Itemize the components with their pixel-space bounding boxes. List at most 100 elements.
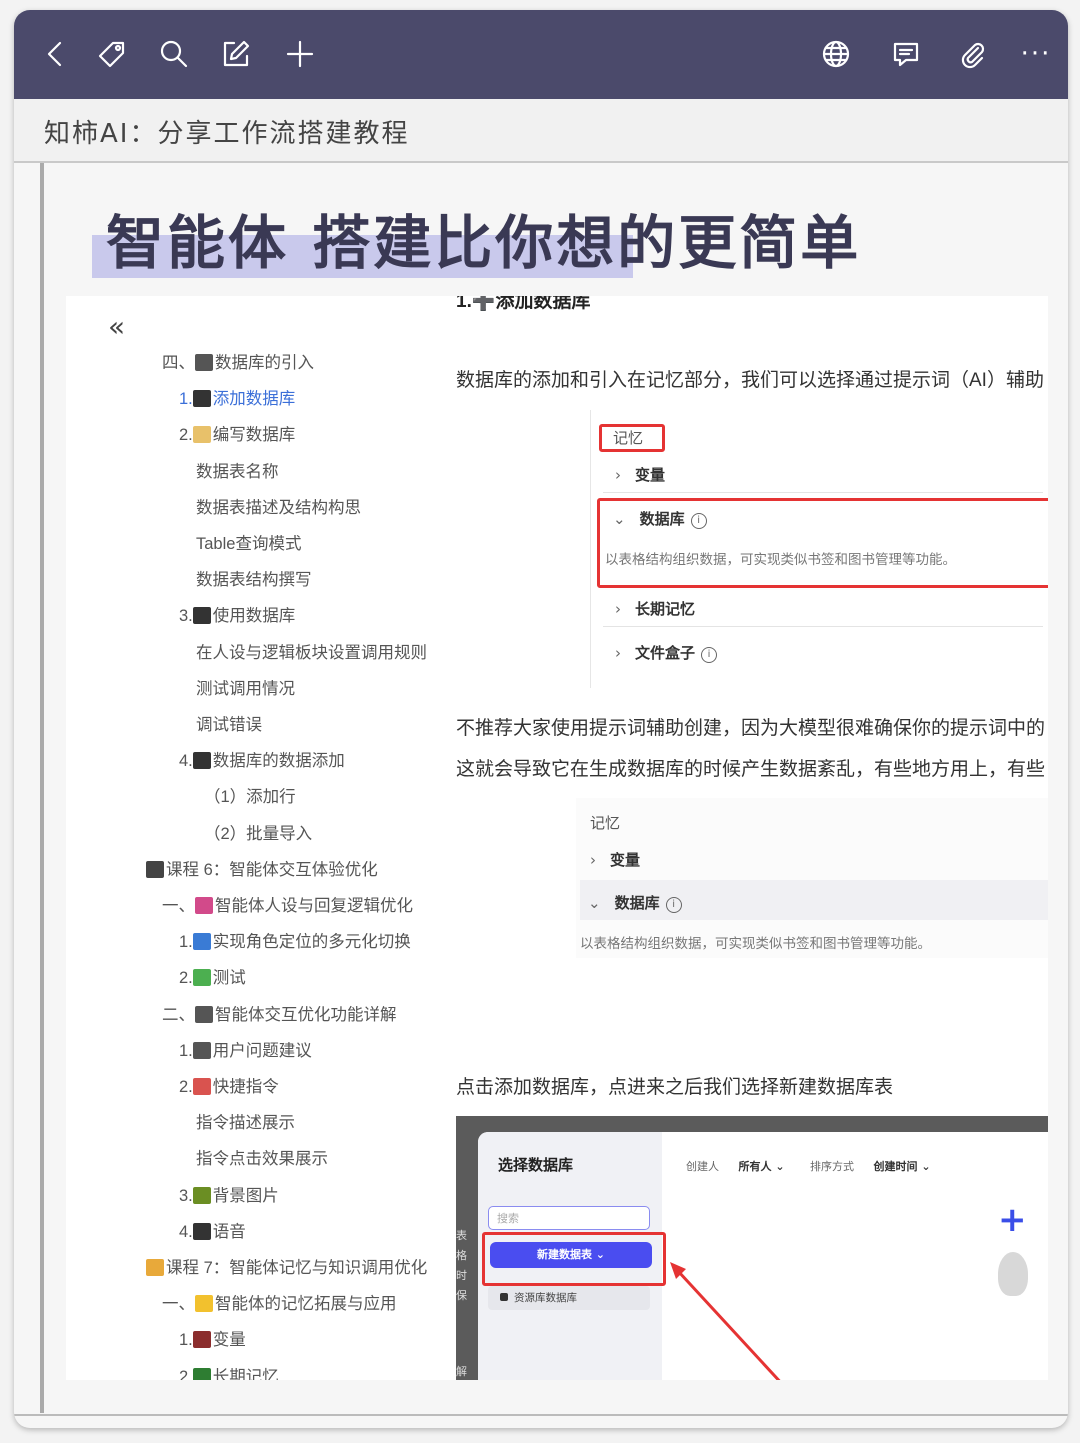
toc-item[interactable]: （2）批量导入 bbox=[204, 820, 312, 844]
toc-emoji-icon bbox=[195, 354, 213, 371]
toc-emoji-icon bbox=[192, 752, 211, 770]
toc-item[interactable]: 3. 使用数据库 bbox=[179, 602, 295, 626]
page-headline: 智能体 搭建比你想的更简单 bbox=[106, 209, 862, 277]
memory-row-label: 文件盒子 bbox=[635, 644, 696, 662]
memory-row-variable[interactable]: › 变量 bbox=[590, 849, 640, 870]
filter-creator[interactable]: 创建人 bbox=[686, 1160, 719, 1173]
toc-item[interactable]: 四、 数据库的引入 bbox=[162, 349, 314, 373]
side-text: 解 bbox=[456, 1365, 467, 1378]
toc-item-label: 课程 7：智能体记忆与知识调用优化 bbox=[166, 1259, 428, 1277]
memory-row-long-term[interactable]: › 长期记忆 bbox=[615, 598, 695, 619]
toc-item[interactable]: 在人设与逻辑板块设置调用规则 bbox=[196, 639, 427, 663]
toc-emoji-icon bbox=[192, 607, 211, 625]
toc-item[interactable]: 4. 数据库的数据添加 bbox=[179, 747, 345, 771]
toc-item[interactable]: （1）添加行 bbox=[204, 783, 296, 807]
filter-created-time[interactable]: 创建时间 ⌄ bbox=[874, 1160, 931, 1173]
toc-item[interactable]: 数据表名称 bbox=[196, 458, 279, 482]
toc-item-number: 2. bbox=[179, 426, 193, 445]
toc-item-label: 快捷指令 bbox=[212, 1078, 279, 1096]
toc-item-label: 长期记忆 bbox=[212, 1367, 279, 1380]
document-title: 知柿AI：分享工作流搭建教程 bbox=[44, 119, 410, 149]
toc-item-label: Table查询模式 bbox=[196, 535, 302, 553]
toc-item-number: 1. bbox=[179, 1331, 193, 1350]
more-icon[interactable]: ··· bbox=[1014, 32, 1058, 76]
toc-item[interactable]: 1. 添加数据库 bbox=[179, 385, 295, 409]
toc-item[interactable]: 指令点击效果展示 bbox=[196, 1145, 328, 1169]
memory-panel-1: 记忆 › 变量 ⌄ 数据库 i 以表格结构组织数据，可实现类似书签和图书管理等功能。 … bbox=[590, 410, 1048, 688]
tag-icon[interactable] bbox=[90, 32, 134, 76]
toc-item[interactable]: 2. 长期记忆 bbox=[179, 1363, 279, 1380]
memory-row-file-box[interactable]: › 文件盒子 i bbox=[615, 642, 718, 663]
toc-item[interactable]: 课程 7：智能体记忆与知识调用优化 bbox=[146, 1254, 427, 1278]
toc-item[interactable]: 测试调用情况 bbox=[196, 675, 295, 699]
toc-emoji-icon bbox=[195, 897, 213, 914]
filter-owner[interactable]: 所有人 ⌄ bbox=[739, 1160, 785, 1173]
paragraph-1: 数据库的添加和引入在记忆部分，我们可以选择通过提示词（AI）辅助 bbox=[456, 370, 1044, 391]
database-icon bbox=[500, 1293, 508, 1301]
toc-item-label: 数据表名称 bbox=[196, 462, 279, 481]
toc-item[interactable]: 1. 实现角色定位的多元化切换 bbox=[179, 928, 411, 952]
toc-item-label: 测试 bbox=[212, 969, 246, 988]
bottom-divider bbox=[14, 1414, 1068, 1416]
globe-icon[interactable] bbox=[814, 32, 858, 76]
toc-item[interactable]: 1. 变量 bbox=[179, 1326, 246, 1350]
attachment-icon[interactable] bbox=[950, 32, 994, 76]
filter-sort[interactable]: 排序方式 bbox=[810, 1160, 854, 1173]
info-icon: i bbox=[665, 897, 682, 913]
toc-item[interactable]: 3. 背景图片 bbox=[179, 1182, 279, 1206]
divider bbox=[603, 626, 1043, 627]
toc-item-label: 智能体人设与回复逻辑优化 bbox=[215, 897, 413, 915]
toc-item[interactable]: 一、 智能体的记忆拓展与应用 bbox=[162, 1290, 397, 1314]
toc-item-label: （1）添加行 bbox=[204, 788, 296, 807]
toc-emoji-icon bbox=[192, 1041, 211, 1059]
toc-item-label: 数据库的引入 bbox=[215, 354, 314, 372]
more-label: ··· bbox=[1020, 39, 1052, 69]
back-icon[interactable] bbox=[34, 32, 78, 76]
toc-item[interactable]: 指令描述展示 bbox=[196, 1109, 295, 1133]
toc-item[interactable]: Table查询模式 bbox=[196, 530, 301, 554]
memory-row-database[interactable]: ⌄ 数据库 i bbox=[613, 508, 707, 529]
search-icon[interactable] bbox=[152, 32, 196, 76]
toc-item-label: 在人设与逻辑板块设置调用规则 bbox=[196, 643, 427, 662]
toc-item-number: 一、 bbox=[162, 897, 195, 915]
toc-item-number: 3. bbox=[179, 1186, 193, 1205]
toc-item-number: 2. bbox=[179, 969, 193, 988]
toc-item[interactable]: 一、 智能体人设与回复逻辑优化 bbox=[162, 892, 413, 916]
toc-item[interactable]: 数据表结构撰写 bbox=[196, 566, 312, 590]
toc-item[interactable]: 二、 智能体交互优化功能详解 bbox=[162, 1001, 397, 1025]
memory-row-database[interactable]: ⌄ 数据库 i bbox=[588, 892, 682, 913]
toc-item[interactable]: 2. 测试 bbox=[179, 964, 246, 988]
toc-item[interactable]: 2. 编写数据库 bbox=[179, 421, 295, 445]
resource-database-item[interactable]: 资源库数据库 bbox=[488, 1286, 650, 1310]
memory-row-label: 数据库 bbox=[614, 894, 660, 912]
paragraph-2: 不推荐大家使用提示词辅助创建，因为大模型很难确保你的提示词中的 bbox=[456, 718, 1046, 739]
toc-emoji-icon bbox=[192, 1078, 211, 1095]
search-input[interactable]: 搜索 bbox=[488, 1206, 650, 1230]
add-icon[interactable]: + bbox=[998, 1200, 1027, 1240]
memory-row-label: 变量 bbox=[610, 851, 641, 869]
toc-item[interactable]: 2. 快捷指令 bbox=[179, 1073, 279, 1097]
toc-item-number: 1. bbox=[179, 1041, 193, 1060]
add-icon[interactable] bbox=[278, 32, 322, 76]
app-window: ··· 知柿AI：分享工作流搭建教程 智能体 搭建比你想的更简单 « 四、 数据库… bbox=[14, 10, 1068, 1428]
side-text: 时保 bbox=[456, 1269, 467, 1302]
toc-emoji-icon bbox=[192, 390, 211, 408]
toc-item[interactable]: 数据表描述及结构构思 bbox=[196, 494, 361, 518]
toc-item[interactable]: 调试错误 bbox=[196, 711, 262, 735]
new-table-button[interactable]: 新建数据表 ⌄ bbox=[490, 1242, 652, 1268]
collapse-sidebar-icon[interactable]: « bbox=[108, 310, 125, 343]
toc-item[interactable]: 1. 用户问题建议 bbox=[179, 1037, 312, 1061]
toc-item-number: 4. bbox=[179, 752, 193, 771]
memory-row-label: 长期记忆 bbox=[635, 600, 696, 618]
paragraph-3: 这就会导致它在生成数据库的时候产生数据紊乱，有些地方用上，有些 bbox=[456, 759, 1046, 780]
edit-icon[interactable] bbox=[214, 32, 258, 76]
comment-icon[interactable] bbox=[884, 32, 928, 76]
memory-row-variable[interactable]: › 变量 bbox=[615, 464, 665, 485]
database-dialog-screenshot: 表格 时保 解 选择数据库 搜索 新建数据表 ⌄ 资源库数据库 创建人 所有人 … bbox=[456, 1116, 1048, 1380]
toc-item-number: 3. bbox=[179, 607, 193, 626]
toc-item[interactable]: 4. 语音 bbox=[179, 1218, 246, 1242]
toc-emoji-icon bbox=[192, 1186, 211, 1204]
toc-item[interactable]: 课程 6：智能体交互体验优化 bbox=[146, 856, 378, 880]
toc-item-label: 数据库的数据添加 bbox=[212, 752, 345, 771]
arrow-annotation bbox=[670, 1262, 781, 1380]
